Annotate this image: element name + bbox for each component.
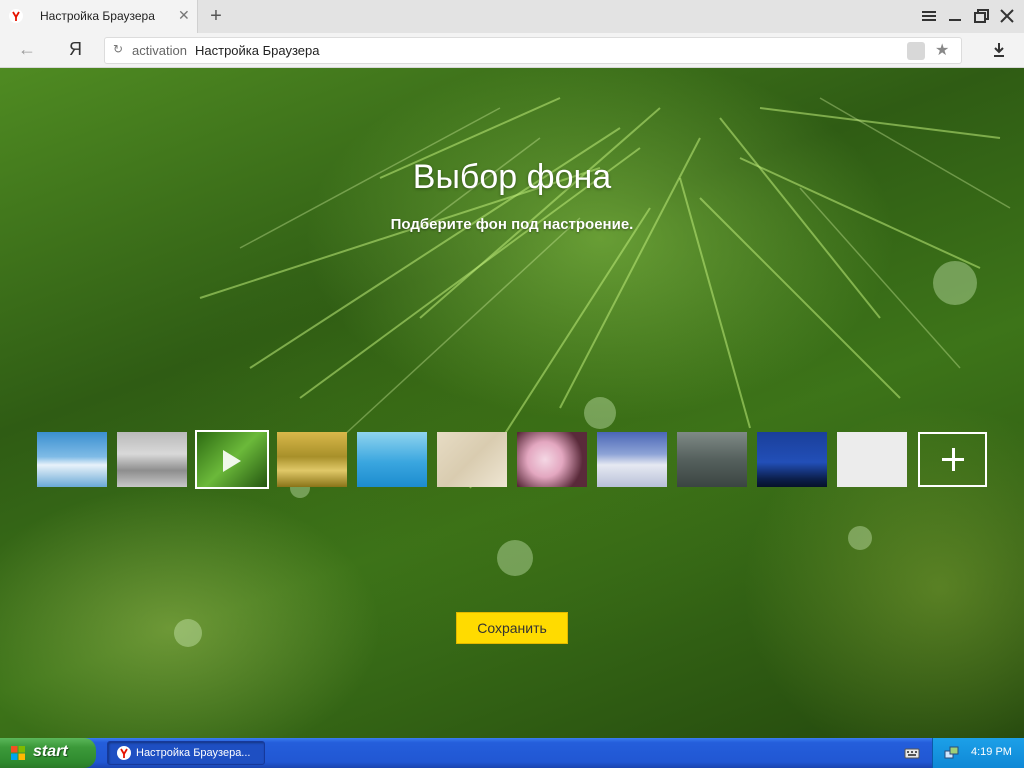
background-setup-page: Выбор фона Подберите фон под настроение.… — [0, 68, 1024, 738]
keyboard-icon[interactable] — [904, 746, 920, 760]
background-thumb-mountain[interactable] — [597, 432, 667, 487]
system-tray: 4:19 PM — [932, 738, 1024, 768]
background-thumb-grass[interactable] — [277, 432, 347, 487]
network-icon[interactable] — [943, 745, 959, 761]
address-bar[interactable]: ↻ activation Настройка Браузера ★ — [104, 37, 962, 64]
background-thumb-blossom[interactable] — [517, 432, 587, 487]
background-thumb-sea[interactable] — [357, 432, 427, 487]
background-thumb-white[interactable] — [837, 432, 907, 487]
back-arrow-icon[interactable]: ← — [18, 39, 36, 60]
yandex-icon — [117, 746, 131, 760]
background-thumb-night[interactable] — [757, 432, 827, 487]
background-thumb-rain[interactable] — [677, 432, 747, 487]
play-icon — [223, 450, 241, 472]
start-label: start — [33, 743, 68, 760]
close-icon[interactable]: ✕ — [178, 7, 190, 24]
new-tab-button[interactable]: + — [205, 2, 227, 30]
task-label: Настройка Браузера... — [136, 747, 251, 759]
start-button[interactable]: start — [0, 738, 96, 768]
minimize-icon[interactable] — [944, 6, 966, 26]
restore-icon[interactable] — [970, 6, 992, 26]
reload-icon[interactable]: ↻ — [113, 42, 123, 56]
save-button[interactable]: Сохранить — [456, 612, 568, 644]
taskbar: start Настройка Браузера... 4:19 PM — [0, 738, 1024, 768]
page-title: Выбор фона — [412, 158, 612, 196]
browser-tab[interactable]: Настройка Браузера ✕ — [0, 0, 198, 33]
background-thumb-mist[interactable] — [117, 432, 187, 487]
windows-logo-icon — [11, 746, 25, 760]
yandex-logo-button[interactable]: Я — [69, 39, 82, 60]
background-thumb-sand[interactable] — [437, 432, 507, 487]
yandex-icon — [9, 9, 23, 23]
protect-shield-icon[interactable] — [907, 42, 925, 60]
address-title: Настройка Браузера — [195, 43, 320, 58]
taskbar-browser-task[interactable]: Настройка Браузера... — [107, 741, 265, 765]
page-subtitle: Подберите фон под настроение. — [390, 216, 634, 233]
navigation-bar: ← Я ↻ activation Настройка Браузера ★ — [0, 33, 1024, 68]
add-background-button[interactable] — [918, 432, 987, 487]
tab-title: Настройка Браузера — [40, 9, 155, 23]
background-thumb-pine-video[interactable] — [195, 430, 269, 489]
download-icon[interactable] — [990, 40, 1008, 60]
tab-bar: Настройка Браузера ✕ + — [0, 0, 1024, 33]
bookmark-star-icon[interactable]: ★ — [935, 40, 949, 60]
address-protocol: activation — [132, 43, 187, 58]
close-window-icon[interactable] — [996, 6, 1018, 26]
background-thumb-sky[interactable] — [37, 432, 107, 487]
clock: 4:19 PM — [971, 746, 1012, 758]
menu-icon[interactable] — [918, 6, 940, 26]
